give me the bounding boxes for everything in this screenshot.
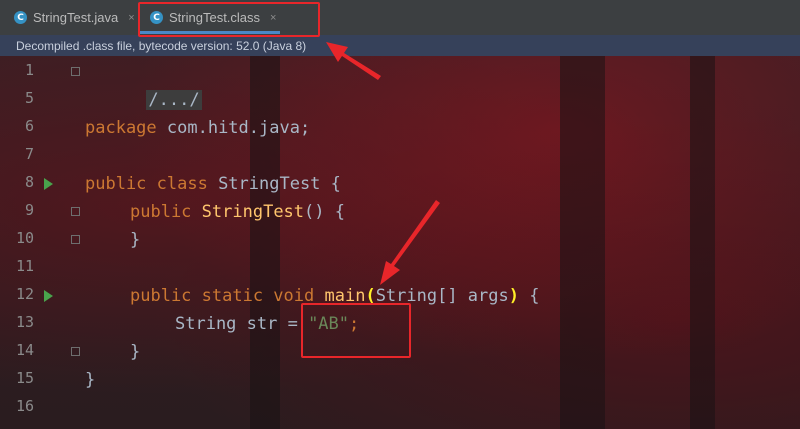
annotation-arrow-to-tab	[326, 42, 381, 80]
annotation-arrow-to-main	[380, 200, 440, 285]
annotation-arrows	[326, 42, 440, 285]
